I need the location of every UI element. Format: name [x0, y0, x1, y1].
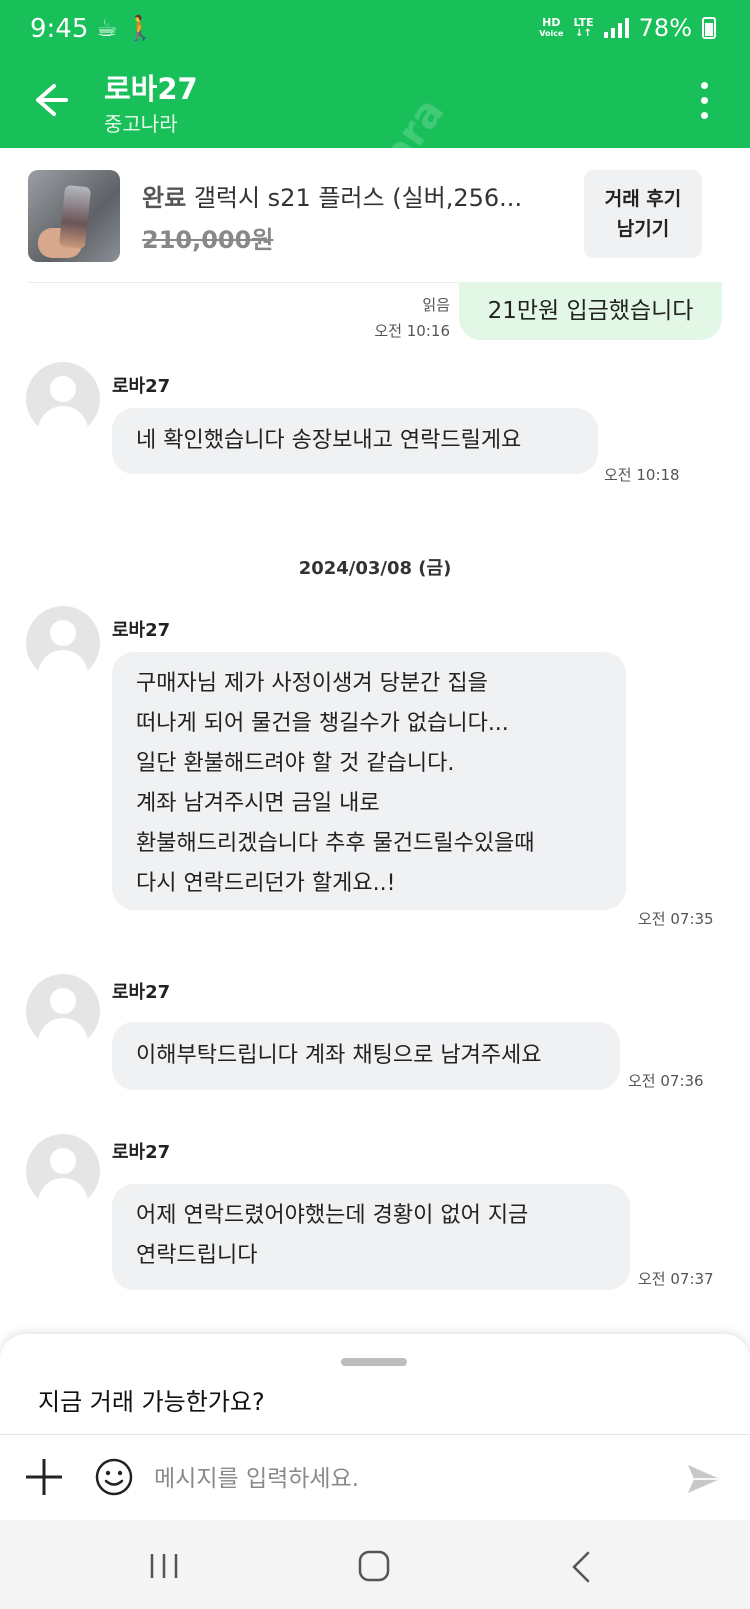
message-input-bar [0, 1434, 750, 1521]
avatar[interactable] [26, 362, 100, 436]
their-message-bubble[interactable]: 이해부탁드립니다 계좌 채팅으로 남겨주세요 [112, 1022, 620, 1090]
avatar[interactable] [26, 1134, 100, 1208]
status-time: 9:45 [30, 14, 89, 44]
product-title: 완료 갤럭시 s21 플러스 (실버,256... [142, 178, 522, 213]
hd-label: HD [542, 16, 561, 29]
message-time: 오전 07:36 [628, 1072, 704, 1090]
message-input[interactable] [152, 1455, 636, 1503]
message-time: 오전 07:35 [638, 910, 714, 928]
write-review-button[interactable]: 거래 후기 남기기 [584, 170, 702, 258]
their-message-bubble[interactable]: 구매자님 제가 사정이생겨 당분간 집을 떠나게 되어 물건을 챙길수가 없습니… [112, 652, 626, 910]
walking-icon: 🚶 [125, 14, 156, 42]
sender-name: 로바27 [112, 376, 171, 397]
sender-name: 로바27 [112, 620, 171, 641]
sheet-drag-handle[interactable] [341, 1358, 407, 1366]
system-nav-bar [0, 1520, 750, 1609]
home-icon[interactable] [354, 1546, 394, 1586]
message-time: 오전 07:37 [638, 1270, 714, 1288]
chat-subtitle: 중고나라 [104, 112, 178, 136]
message-line: 어제 연락드렸어야했는데 경황이 없어 지금 [136, 1203, 529, 1228]
message-line: 일단 환불해드려야 할 것 같습니다. [136, 751, 455, 776]
review-button-line2: 남기기 [616, 218, 670, 240]
lte-label: LTE [573, 16, 594, 29]
battery-icon [702, 17, 716, 39]
message-time: 오전 10:16 [374, 322, 450, 340]
voice-label: Voice [539, 29, 564, 38]
status-right-icons: HD Voice LTE ↓↑ 78% [539, 14, 716, 42]
message-time: 오전 10:18 [604, 466, 680, 484]
review-button-line1: 거래 후기 [604, 188, 682, 210]
quick-reply-suggestion[interactable]: 지금 거래 가능한가요? [38, 1382, 265, 1417]
hd-voice-icon: HD Voice [539, 17, 563, 39]
sender-name: 로바27 [112, 1142, 171, 1163]
product-card[interactable]: 완료 갤럭시 s21 플러스 (실버,256... 210,000원 거래 후기… [0, 148, 750, 282]
date-separator: 2024/03/08 (금) [298, 558, 452, 579]
back-arrow-icon[interactable] [24, 76, 72, 124]
message-line: 환불해드리겠습니다 추후 물건드릴수있을때 [136, 831, 535, 856]
chat-partner-name: 로바27 [104, 72, 198, 106]
emoji-icon[interactable] [94, 1457, 134, 1497]
message-line: 구매자님 제가 사정이생겨 당분간 집을 [136, 671, 488, 696]
read-receipt: 읽음 [422, 296, 450, 314]
status-left-icons: ☕ 🚶 [96, 14, 155, 42]
message-line: 다시 연락드리던가 할게요..! [136, 871, 396, 896]
avatar[interactable] [26, 606, 100, 680]
sender-name: 로바27 [112, 982, 171, 1003]
product-name: 갤럭시 s21 플러스 (실버,256... [193, 184, 523, 212]
coffee-cup-icon: ☕ [96, 14, 118, 42]
recent-apps-icon[interactable] [144, 1552, 184, 1580]
battery-percent: 78% [638, 14, 692, 42]
message-line: 계좌 남겨주시면 금일 내로 [136, 791, 380, 816]
quick-reply-sheet: 지금 거래 가능한가요? [0, 1334, 750, 1434]
their-message-bubble[interactable]: 어제 연락드렸어야했는데 경황이 없어 지금 연락드립니다 [112, 1184, 630, 1290]
product-thumbnail[interactable] [28, 170, 120, 262]
plus-icon[interactable] [24, 1457, 64, 1497]
product-price: 210,000원 [142, 226, 274, 254]
message-line: 떠나게 되어 물건을 챙길수가 없습니다... [136, 711, 509, 736]
chat-header: joonara 로바27 중고나라 [0, 64, 750, 256]
more-options-icon[interactable] [698, 82, 710, 126]
signal-icon [603, 18, 629, 38]
send-icon[interactable] [684, 1459, 724, 1499]
status-bar: 9:45 ☕ 🚶 HD Voice LTE ↓↑ 78% [0, 0, 750, 64]
lte-icon: LTE ↓↑ [573, 16, 594, 39]
message-line: 연락드립니다 [136, 1243, 258, 1268]
nav-back-icon[interactable] [566, 1550, 596, 1584]
my-message-bubble[interactable]: 21만원 입금했습니다 [459, 282, 722, 340]
avatar[interactable] [26, 974, 100, 1048]
their-message-bubble[interactable]: 네 확인했습니다 송장보내고 연락드릴게요 [112, 408, 598, 474]
sale-status-badge: 완료 [142, 184, 187, 212]
